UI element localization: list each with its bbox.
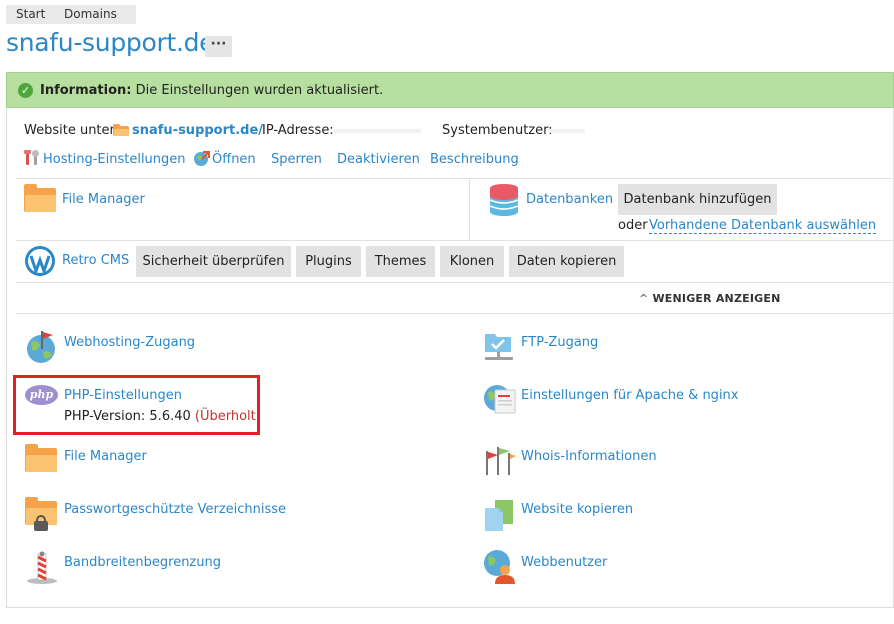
server-globe-icon [484, 385, 516, 414]
database-icon [489, 184, 519, 216]
folder-icon [24, 184, 56, 212]
folder-icon [25, 444, 57, 472]
or-text: oder [618, 218, 648, 233]
hosting-settings-link[interactable]: Hosting-Einstellungen [43, 152, 186, 167]
tools-icon [24, 150, 39, 165]
breadcrumb-separator [126, 5, 134, 23]
show-less-label: WENIGER ANZEIGEN [652, 292, 781, 305]
open-globe-icon [194, 151, 210, 166]
web-user-icon [484, 550, 515, 584]
select-existing-database-link[interactable]: Vorhandene Datenbank auswählen [649, 218, 877, 234]
info-prefix: Information: [40, 83, 132, 98]
info-text: Information: Die Einstellungen wurden ak… [40, 83, 383, 98]
wordpress-icon [25, 246, 55, 276]
apache-nginx-settings-link[interactable]: Einstellungen für Apache & nginx [521, 388, 738, 403]
password-protected-directories-link[interactable]: Passwortgeschützte Verzeichnisse [64, 502, 286, 517]
add-database-button[interactable]: Datenbank hinzufügen [618, 184, 777, 215]
divider [16, 313, 894, 314]
ftp-icon [485, 334, 513, 360]
whois-info-link[interactable]: Whois-Informationen [521, 449, 657, 464]
web-users-link[interactable]: Webbenutzer [521, 555, 607, 570]
locked-folder-icon [25, 497, 57, 531]
divider [16, 240, 894, 241]
info-message: ✓ Information: Die Einstellungen wurden … [6, 72, 894, 108]
domain-panel [6, 108, 894, 608]
divider [16, 178, 894, 179]
ip-label: IP-Adresse: [262, 123, 334, 138]
file-manager-tool-link[interactable]: File Manager [64, 449, 147, 464]
bandwidth-icon [27, 551, 57, 584]
webhosting-access-link[interactable]: Webhosting-Zugang [64, 335, 195, 350]
folder-icon [113, 124, 129, 136]
copy-website-link[interactable]: Website kopieren [521, 502, 633, 517]
databases-link[interactable]: Datenbanken [526, 192, 613, 207]
globe-flag-icon [27, 331, 55, 363]
check-icon: ✓ [18, 83, 33, 98]
copy-data-button[interactable]: Daten kopieren [509, 246, 624, 277]
open-link[interactable]: Öffnen [212, 152, 256, 167]
cms-link[interactable]: Retro CMS [62, 253, 129, 268]
whois-flags-icon [486, 447, 516, 475]
sysuser-label: Systembenutzer: [442, 123, 553, 138]
copy-pages-icon [485, 500, 513, 531]
description-link[interactable]: Beschreibung [430, 152, 519, 167]
info-message-text: Die Einstellungen wurden aktualisiert. [135, 83, 384, 98]
sysuser-value-redacted [549, 129, 585, 133]
clone-button[interactable]: Klonen [440, 246, 504, 277]
page-title: snafu-support.de [6, 28, 215, 57]
breadcrumb-domains[interactable]: Domains [50, 5, 136, 24]
divider [469, 178, 470, 240]
more-options-button[interactable]: ··· [205, 36, 232, 57]
deactivate-link[interactable]: Deaktivieren [337, 152, 420, 167]
themes-button[interactable]: Themes [366, 246, 435, 277]
ip-value-redacted [333, 129, 421, 133]
show-less-toggle[interactable]: ^ WENIGER ANZEIGEN [639, 292, 781, 305]
website-label: Website unter [24, 123, 115, 138]
suspend-link[interactable]: Sperren [271, 152, 322, 167]
security-check-button[interactable]: Sicherheit überprüfen [136, 246, 291, 277]
plugins-button[interactable]: Plugins [296, 246, 361, 277]
divider [16, 282, 894, 283]
bandwidth-limit-link[interactable]: Bandbreitenbegrenzung [64, 555, 221, 570]
file-manager-link[interactable]: File Manager [62, 192, 145, 207]
domain-link[interactable]: snafu-support.de/ [132, 123, 263, 138]
highlight-box [13, 375, 260, 435]
ftp-access-link[interactable]: FTP-Zugang [521, 335, 598, 350]
chevron-up-icon: ^ [639, 292, 649, 305]
